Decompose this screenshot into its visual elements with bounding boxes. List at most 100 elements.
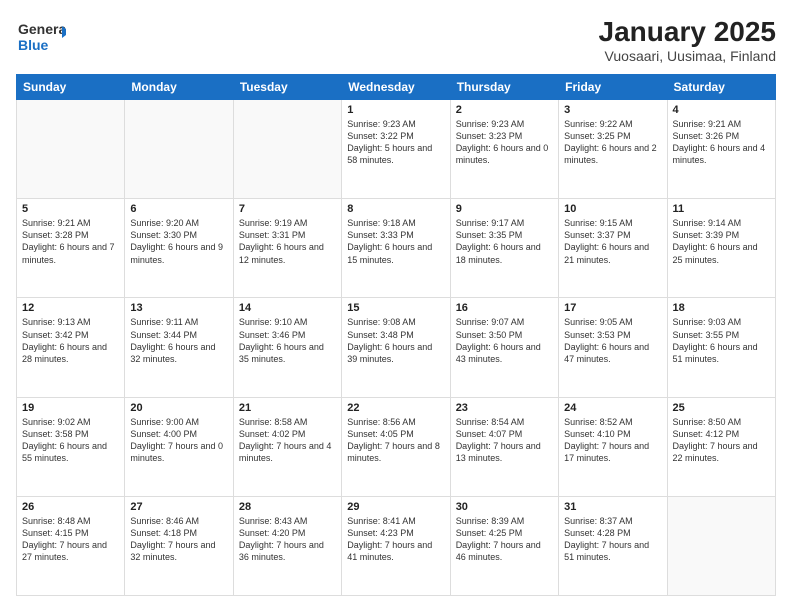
table-row: 31Sunrise: 8:37 AM Sunset: 4:28 PM Dayli… [559,496,667,595]
logo: General Blue [16,16,66,56]
header: General Blue January 2025 Vuosaari, Uusi… [16,16,776,64]
day-number: 16 [456,302,553,314]
table-row: 8 Sunrise: 9:18 AM Sunset: 3:33 PM Daylig… [342,199,450,298]
day-info: Sunrise: 8:46 AM Sunset: 4:18 PM Dayligh… [130,515,227,564]
table-row [233,100,341,199]
table-row: 29 Sunrise: 8:41 AM Sunset: 4:23 PM Dayli… [342,496,450,595]
page-subtitle: Vuosaari, Uusimaa, Finland [599,48,776,64]
day-info: Sunrise: 9:18 AM Sunset: 3:33 PM Dayligh… [347,217,444,266]
table-row: 21 Sunrise: 8:58 AM Sunset: 4:02 PM Dayli… [233,397,341,496]
week-row-3: 12 Sunrise: 9:13 AM Sunset: 3:42 PM Dayli… [17,298,776,397]
week-row-2: 5 Sunrise: 9:21 AM Sunset: 3:28 PM Daylig… [17,199,776,298]
table-row: 5 Sunrise: 9:21 AM Sunset: 3:28 PM Daylig… [17,199,125,298]
day-info: Sunrise: 8:43 AM Sunset: 4:20 PM Dayligh… [239,515,336,564]
table-row: 2Sunrise: 9:23 AM Sunset: 3:23 PM Daylig… [450,100,558,199]
day-info: Sunrise: 8:58 AM Sunset: 4:02 PM Dayligh… [239,416,336,465]
logo-svg: General Blue [16,16,66,56]
table-row: 30 Sunrise: 8:39 AM Sunset: 4:25 PM Dayli… [450,496,558,595]
day-number: 19 [22,402,119,414]
day-info: Sunrise: 9:11 AM Sunset: 3:44 PM Dayligh… [130,316,227,365]
table-row: 15Sunrise: 9:08 AM Sunset: 3:48 PM Dayli… [342,298,450,397]
page: General Blue January 2025 Vuosaari, Uusi… [0,0,792,612]
table-row [17,100,125,199]
header-wednesday: Wednesday [342,75,450,100]
day-number: 23 [456,402,553,414]
table-row: 14 Sunrise: 9:10 AM Sunset: 3:46 PM Dayli… [233,298,341,397]
day-info: Sunrise: 9:02 AM Sunset: 3:58 PM Dayligh… [22,416,119,465]
day-info: Sunrise: 9:10 AM Sunset: 3:46 PM Dayligh… [239,316,336,365]
day-number: 26 [22,501,119,513]
table-row: 19 Sunrise: 9:02 AM Sunset: 3:58 PM Dayli… [17,397,125,496]
day-info: Sunrise: 8:50 AM Sunset: 4:12 PM Dayligh… [673,416,770,465]
day-number: 14 [239,302,336,314]
day-number: 30 [456,501,553,513]
svg-text:Blue: Blue [18,37,49,53]
day-info: Sunrise: 9:00 AM Sunset: 4:00 PM Dayligh… [130,416,227,465]
day-info: Sunrise: 8:48 AM Sunset: 4:15 PM Dayligh… [22,515,119,564]
day-number: 20 [130,402,227,414]
page-title: January 2025 [599,16,776,48]
table-row: 3Sunrise: 9:22 AM Sunset: 3:25 PM Daylig… [559,100,667,199]
table-row: 13Sunrise: 9:11 AM Sunset: 3:44 PM Dayli… [125,298,233,397]
day-info: Sunrise: 8:37 AM Sunset: 4:28 PM Dayligh… [564,515,661,564]
table-row: 20 Sunrise: 9:00 AM Sunset: 4:00 PM Dayli… [125,397,233,496]
day-number: 4 [673,104,770,116]
day-number: 7 [239,203,336,215]
table-row: 9 Sunrise: 9:17 AM Sunset: 3:35 PM Daylig… [450,199,558,298]
day-number: 9 [456,203,553,215]
day-info: Sunrise: 9:23 AM Sunset: 3:23 PM Dayligh… [456,118,553,167]
table-row: 7 Sunrise: 9:19 AM Sunset: 3:31 PM Daylig… [233,199,341,298]
calendar-header-row: Sunday Monday Tuesday Wednesday Thursday… [17,75,776,100]
day-info: Sunrise: 8:41 AM Sunset: 4:23 PM Dayligh… [347,515,444,564]
week-row-5: 26 Sunrise: 8:48 AM Sunset: 4:15 PM Dayli… [17,496,776,595]
day-info: Sunrise: 9:21 AM Sunset: 3:28 PM Dayligh… [22,217,119,266]
table-row: 23 Sunrise: 8:54 AM Sunset: 4:07 PM Dayli… [450,397,558,496]
day-info: Sunrise: 8:39 AM Sunset: 4:25 PM Dayligh… [456,515,553,564]
day-info: Sunrise: 8:56 AM Sunset: 4:05 PM Dayligh… [347,416,444,465]
header-friday: Friday [559,75,667,100]
day-info: Sunrise: 9:22 AM Sunset: 3:25 PM Dayligh… [564,118,661,167]
table-row: 17Sunrise: 9:05 AM Sunset: 3:53 PM Dayli… [559,298,667,397]
table-row [667,496,775,595]
table-row: 24 Sunrise: 8:52 AM Sunset: 4:10 PM Dayli… [559,397,667,496]
day-number: 12 [22,302,119,314]
day-number: 24 [564,402,661,414]
day-number: 8 [347,203,444,215]
header-thursday: Thursday [450,75,558,100]
day-number: 22 [347,402,444,414]
day-number: 6 [130,203,227,215]
day-number: 5 [22,203,119,215]
day-info: Sunrise: 8:54 AM Sunset: 4:07 PM Dayligh… [456,416,553,465]
table-row: 22 Sunrise: 8:56 AM Sunset: 4:05 PM Dayli… [342,397,450,496]
table-row: 12 Sunrise: 9:13 AM Sunset: 3:42 PM Dayli… [17,298,125,397]
table-row: 26 Sunrise: 8:48 AM Sunset: 4:15 PM Dayli… [17,496,125,595]
table-row: 10 Sunrise: 9:15 AM Sunset: 3:37 PM Dayli… [559,199,667,298]
table-row: 28Sunrise: 8:43 AM Sunset: 4:20 PM Dayli… [233,496,341,595]
day-info: Sunrise: 9:19 AM Sunset: 3:31 PM Dayligh… [239,217,336,266]
title-block: January 2025 Vuosaari, Uusimaa, Finland [599,16,776,64]
day-number: 1 [347,104,444,116]
day-info: Sunrise: 9:17 AM Sunset: 3:35 PM Dayligh… [456,217,553,266]
table-row: 11Sunrise: 9:14 AM Sunset: 3:39 PM Dayli… [667,199,775,298]
week-row-1: 1Sunrise: 9:23 AM Sunset: 3:22 PM Daylig… [17,100,776,199]
day-number: 27 [130,501,227,513]
day-info: Sunrise: 9:14 AM Sunset: 3:39 PM Dayligh… [673,217,770,266]
day-info: Sunrise: 8:52 AM Sunset: 4:10 PM Dayligh… [564,416,661,465]
day-number: 10 [564,203,661,215]
week-row-4: 19 Sunrise: 9:02 AM Sunset: 3:58 PM Dayli… [17,397,776,496]
day-info: Sunrise: 9:05 AM Sunset: 3:53 PM Dayligh… [564,316,661,365]
table-row: 16Sunrise: 9:07 AM Sunset: 3:50 PM Dayli… [450,298,558,397]
calendar-table: Sunday Monday Tuesday Wednesday Thursday… [16,74,776,596]
day-number: 25 [673,402,770,414]
day-number: 29 [347,501,444,513]
day-info: Sunrise: 9:21 AM Sunset: 3:26 PM Dayligh… [673,118,770,167]
table-row: 27 Sunrise: 8:46 AM Sunset: 4:18 PM Dayli… [125,496,233,595]
table-row: 1Sunrise: 9:23 AM Sunset: 3:22 PM Daylig… [342,100,450,199]
table-row: 4 Sunrise: 9:21 AM Sunset: 3:26 PM Daylig… [667,100,775,199]
day-number: 21 [239,402,336,414]
header-tuesday: Tuesday [233,75,341,100]
day-info: Sunrise: 9:15 AM Sunset: 3:37 PM Dayligh… [564,217,661,266]
day-info: Sunrise: 9:13 AM Sunset: 3:42 PM Dayligh… [22,316,119,365]
day-info: Sunrise: 9:03 AM Sunset: 3:55 PM Dayligh… [673,316,770,365]
day-info: Sunrise: 9:08 AM Sunset: 3:48 PM Dayligh… [347,316,444,365]
